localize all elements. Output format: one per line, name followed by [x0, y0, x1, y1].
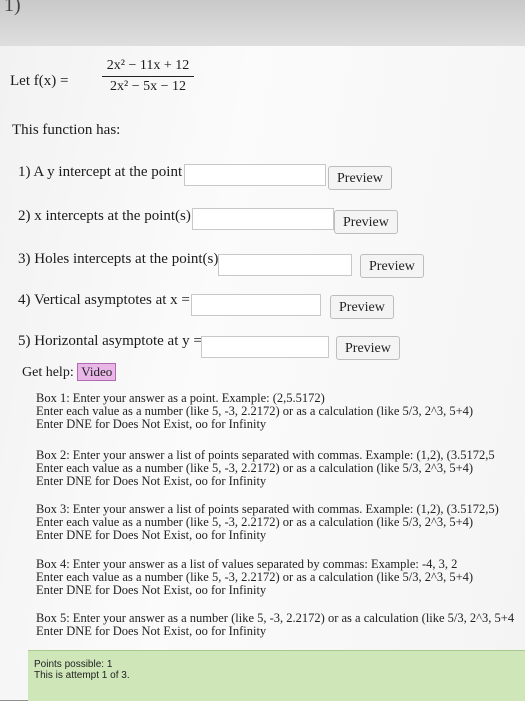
question-5-label: 5) Horizontal asymptote at y =: [18, 333, 202, 349]
preview-button-1[interactable]: Preview: [328, 166, 392, 190]
video-button[interactable]: Video: [77, 363, 117, 381]
intro-text: This function has:: [12, 122, 121, 138]
preview-button-2[interactable]: Preview: [334, 210, 398, 234]
get-help-label: Get help:: [22, 365, 74, 380]
question-4-label: 4) Vertical asymptotes at x =: [18, 292, 190, 308]
help-row: Get help: Video: [22, 363, 117, 381]
fraction-numerator: 2x² − 11x + 12: [106, 58, 190, 73]
vertical-asymptotes-input[interactable]: [191, 294, 321, 316]
box-1-line-3: Enter DNE for Does Not Exist, oo for Inf…: [36, 417, 267, 431]
points-status-bar: Points possible: 1 This is attempt 1 of …: [28, 650, 525, 701]
box-2-line-3: Enter DNE for Does Not Exist, oo for Inf…: [36, 474, 267, 488]
box-4-line-3: Enter DNE for Does Not Exist, oo for Inf…: [36, 583, 267, 597]
y-intercept-input[interactable]: [184, 164, 326, 186]
box-4-instructions: Box 4: Enter your answer as a list of va…: [36, 558, 473, 597]
preview-button-4[interactable]: Preview: [330, 295, 394, 319]
box-3-instructions: Box 3: Enter your answer a list of point…: [36, 503, 499, 542]
question-3-label: 3) Holes intercepts at the point(s): [18, 251, 219, 267]
box-3-line-3: Enter DNE for Does Not Exist, oo for Inf…: [36, 528, 267, 542]
points-possible: Points possible: 1: [34, 659, 113, 670]
box-5-line-2: Enter DNE for Does Not Exist, oo for Inf…: [36, 624, 267, 638]
preview-button-5[interactable]: Preview: [336, 336, 400, 360]
question-1-label: 1) A y intercept at the point: [18, 164, 183, 180]
box-2-instructions: Box 2: Enter your answer a list of point…: [36, 449, 495, 488]
box-5-instructions: Box 5: Enter your answer as a number (li…: [36, 612, 514, 638]
x-intercepts-input[interactable]: [192, 208, 334, 230]
box-1-instructions: Box 1: Enter your answer as a point. Exa…: [36, 392, 473, 431]
preview-button-3[interactable]: Preview: [360, 254, 424, 278]
attempt-count: This is attempt 1 of 3.: [34, 670, 130, 681]
question-number-mark: 1): [4, 0, 21, 16]
question-2-label: 2) x intercepts at the point(s): [18, 208, 191, 224]
function-lead: Let f(x) =: [10, 73, 69, 89]
horizontal-asymptote-input[interactable]: [201, 336, 329, 358]
function-fraction: 2x² − 11x + 12 2x² − 5x − 12: [98, 58, 198, 95]
fraction-denominator: 2x² − 5x − 12: [110, 79, 186, 94]
holes-input[interactable]: [218, 254, 352, 276]
